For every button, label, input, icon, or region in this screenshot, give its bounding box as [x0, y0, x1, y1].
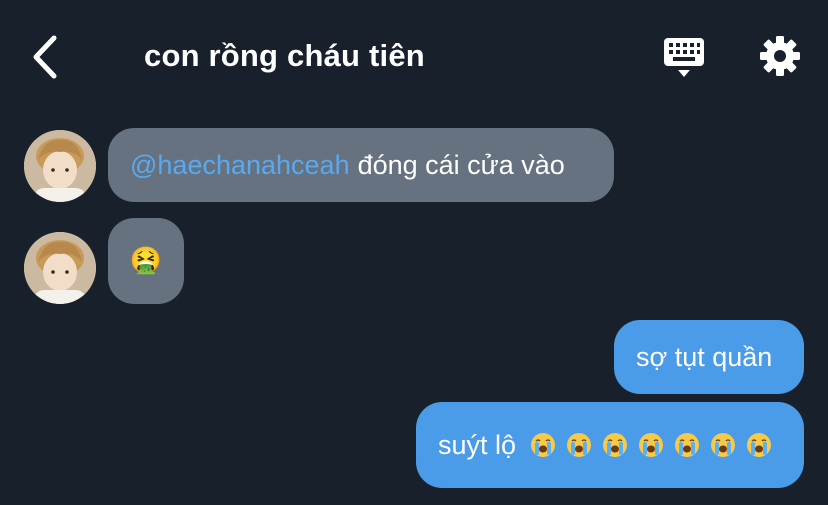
loudly-crying-face-emoji: [567, 433, 592, 457]
loudly-crying-face-emoji-row: [520, 432, 772, 458]
chat-header: con rồng cháu tiên: [0, 0, 828, 112]
loudly-crying-face-emoji: [639, 433, 664, 457]
chat-title: con rồng cháu tiên: [144, 38, 425, 73]
loudly-crying-face-emoji: [747, 433, 772, 457]
loudly-crying-face-emoji: [603, 433, 628, 457]
avatar-photo: [24, 130, 96, 202]
outgoing-message-bubble[interactable]: suýt lộ: [416, 402, 804, 488]
avatar-photo: [24, 232, 96, 304]
keyboard-button[interactable]: [662, 36, 706, 80]
loudly-crying-face-emoji: [711, 433, 736, 457]
settings-button[interactable]: [758, 34, 802, 78]
message-text: suýt lộ: [438, 430, 517, 460]
outgoing-message-bubble[interactable]: sợ tụt quần: [614, 320, 804, 394]
incoming-message-bubble[interactable]: 🤮: [108, 218, 184, 304]
vomiting-face-emoji: 🤮: [129, 246, 163, 276]
avatar[interactable]: [24, 232, 96, 304]
avatar[interactable]: [24, 130, 96, 202]
gear-icon: [760, 36, 800, 76]
back-button[interactable]: [28, 34, 68, 80]
loudly-crying-face-emoji: [675, 433, 700, 457]
incoming-message-bubble[interactable]: @haechanahceah đóng cái cửa vào: [108, 128, 614, 202]
chevron-left-icon: [33, 35, 57, 79]
loudly-crying-face-emoji: [531, 433, 556, 457]
message-text: sợ tụt quần: [636, 342, 773, 372]
user-mention[interactable]: @haechanahceah: [130, 148, 350, 182]
keyboard-icon: [664, 38, 704, 77]
message-text: đóng cái cửa vào: [357, 150, 565, 180]
